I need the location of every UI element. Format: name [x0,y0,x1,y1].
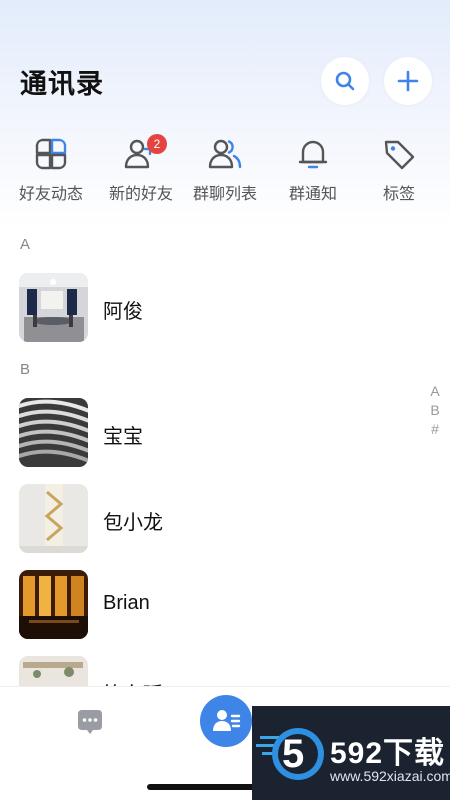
header: 通讯录 [0,0,450,120]
quick-new-friends[interactable]: 2 新的好友 [96,134,186,204]
quick-moments[interactable]: 好友动态 [6,136,96,204]
index-letter[interactable]: B [428,401,442,420]
index-letter[interactable]: # [428,420,442,439]
watermark: 5 592下载 www.592xiazai.com [252,706,450,800]
contact-row[interactable]: 阿俊 [0,273,420,343]
contact-name: 宝宝 [103,426,143,448]
section-header-a: A [20,236,31,253]
plus-icon [397,70,419,92]
add-button[interactable] [384,57,432,105]
quick-label: 群聊列表 [192,186,257,203]
tab-messages[interactable] [72,705,108,741]
chat-bubble-icon [78,710,102,734]
search-button[interactable] [321,57,369,105]
contacts-icon [213,710,241,731]
quick-label: 标签 [382,186,415,203]
contact-row[interactable]: Brian [0,570,420,640]
avatar [19,273,88,342]
page-title: 通讯录 [20,69,104,99]
new-friends-badge: 2 [147,134,167,154]
contact-row[interactable]: 宝宝 [0,398,420,468]
quick-label: 群通知 [288,186,337,203]
contact-name: 包小龙 [103,512,163,534]
index-letter[interactable]: A [428,382,442,401]
quick-label: 新的好友 [108,186,173,203]
search-icon [335,71,355,91]
bell-icon [298,140,328,169]
quick-tags[interactable]: 标签 [354,136,444,204]
tab-contacts[interactable] [200,695,252,747]
section-header-b: B [20,361,31,378]
avatar [19,398,88,467]
quick-actions: 好友动态 2 新的好友 群聊列表 群通知 标签 [0,134,450,206]
avatar [19,484,88,553]
group-chat-icon [208,139,242,169]
avatar [19,570,88,639]
quick-label: 好友动态 [18,186,83,203]
quick-group-chats[interactable]: 群聊列表 [180,136,270,204]
watermark-url: www.592xiazai.com [330,768,450,784]
contact-name: 阿俊 [103,301,143,323]
quick-group-notice[interactable]: 群通知 [268,136,358,204]
alphabet-index[interactable]: A B # [428,382,442,439]
watermark-digit: 5 [282,732,305,776]
contact-name: Brian [103,592,150,614]
moments-icon [35,138,67,170]
contact-row[interactable]: 包小龙 [0,484,420,554]
watermark-brand: 592下载 [330,737,446,770]
tag-icon [384,140,415,170]
